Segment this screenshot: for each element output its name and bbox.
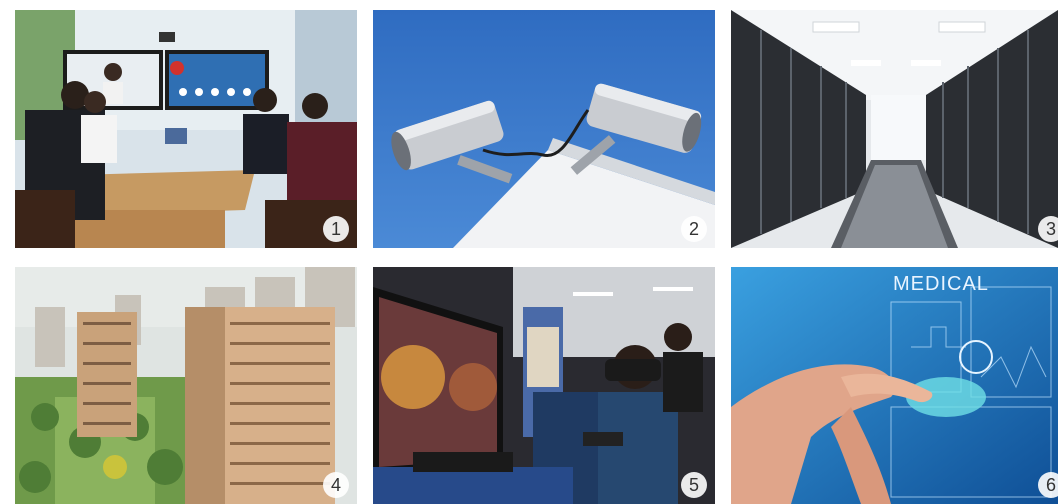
photo-security-cameras: 2 <box>373 10 715 248</box>
medical-label: MEDICAL <box>893 273 989 295</box>
security-cameras-scene <box>373 10 715 248</box>
tile-number-badge: 5 <box>681 472 707 498</box>
tile-number-badge: 3 <box>1038 216 1058 242</box>
photo-residential-buildings: 4 <box>15 267 357 504</box>
server-room-scene <box>731 10 1058 248</box>
photo-server-room: 3 <box>731 10 1058 248</box>
tile-number-badge: 2 <box>681 216 707 242</box>
vr-gaming-scene <box>373 267 715 504</box>
photo-medical-touch-interface: MEDICAL 6 <box>731 267 1058 504</box>
photo-video-conference: 1 <box>15 10 357 248</box>
tile-number-badge: 1 <box>323 216 349 242</box>
medical-interface-scene <box>731 267 1058 504</box>
video-conference-scene <box>15 10 357 248</box>
residential-buildings-scene <box>15 267 357 504</box>
tile-number-badge: 6 <box>1038 472 1058 498</box>
tile-number-badge: 4 <box>323 472 349 498</box>
photo-vr-gaming: 5 <box>373 267 715 504</box>
